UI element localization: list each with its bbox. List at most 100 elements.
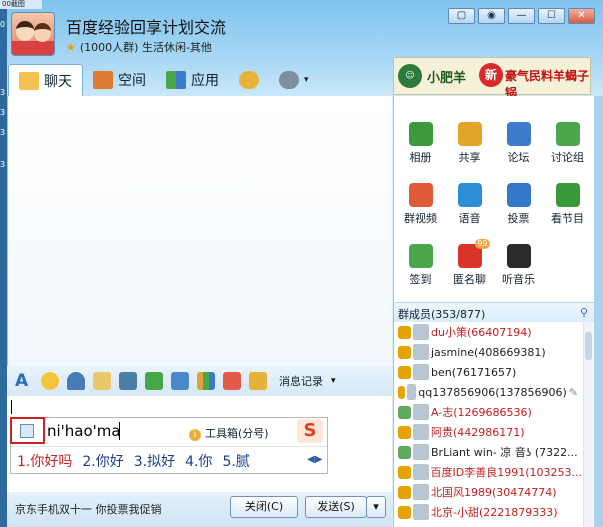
magic-emoji-icon[interactable] <box>67 372 85 390</box>
strip-char: 0 <box>0 20 6 29</box>
member-list[interactable]: du小策(66407194) jasmine(408669381) ben(7617… <box>394 322 582 522</box>
app-discussion[interactable]: 讨论组 <box>543 116 592 171</box>
music-share-icon[interactable] <box>145 372 163 390</box>
app-album[interactable]: 相册 <box>396 116 445 171</box>
app-music[interactable]: 听音乐 <box>494 238 543 293</box>
tab-space[interactable]: 空间 <box>83 64 156 96</box>
group-avatar[interactable] <box>11 12 55 56</box>
member-row[interactable]: 北京-小甜(2221879333) <box>394 502 582 522</box>
discussion-group-icon <box>555 122 580 146</box>
member-name: du小策(66407194) <box>431 326 532 339</box>
shared-folder-icon <box>457 122 482 146</box>
background-window-tab[interactable]: 00截图 <box>0 0 42 9</box>
search-icon[interactable]: ⚲ <box>580 306 588 319</box>
skin-button[interactable]: ◉ <box>478 8 505 24</box>
ime-candidates: 1.你好吗 2.你好 3.拟好 4.你 5.腻 <box>17 451 250 471</box>
note-icon[interactable] <box>93 372 111 390</box>
app-forum[interactable]: 论坛 <box>494 116 543 171</box>
minimize-button[interactable]: — <box>508 8 535 24</box>
badge-99: 99 <box>475 239 490 249</box>
screenshot-icon[interactable] <box>171 372 189 390</box>
group-apps: 相册 共享 论坛 讨论组 群视频 语音 投票 看节目 签到 99 匿名聊 听音乐 <box>396 116 592 293</box>
tab-label: 应用 <box>191 73 219 89</box>
member-row[interactable]: BrLiant win- 凉 音ʖ (7322... <box>394 442 582 462</box>
member-row[interactable]: ben(76171657) <box>394 362 582 382</box>
ime-mode-icon[interactable] <box>20 424 34 438</box>
member-role-icon <box>398 405 411 419</box>
app-label: 投票 <box>507 212 530 225</box>
history-button[interactable]: 消息记录 <box>279 373 323 389</box>
app-voice[interactable]: 语音 <box>445 177 494 232</box>
candidate-1[interactable]: 1.你好吗 <box>17 451 72 471</box>
send-button[interactable]: 发送(S) <box>305 496 367 518</box>
app-share[interactable]: 共享 <box>445 116 494 171</box>
calendar-icon[interactable] <box>223 372 241 390</box>
member-name: BrLiant win- 凉 音ʖ (7322... <box>431 446 578 459</box>
app-anonymous[interactable]: 99 匿名聊 <box>445 238 494 293</box>
main-tabs: 聊天 空间 应用 ▾ <box>8 64 319 96</box>
add-member-tab[interactable] <box>229 64 269 96</box>
ime-toolbox[interactable]: i 工具箱(分号) <box>189 425 269 441</box>
chevron-down-icon: ▾ <box>304 75 309 85</box>
chevron-down-icon[interactable]: ▾ <box>331 376 336 386</box>
close-button[interactable]: 关闭(C) <box>230 496 298 518</box>
highlight-box <box>10 417 45 444</box>
app-group-video[interactable]: 群视频 <box>396 177 445 232</box>
close-window-button[interactable]: ✕ <box>568 8 595 24</box>
member-row[interactable]: 阿贵(442986171) <box>394 422 582 442</box>
candidate-5[interactable]: 5.腻 <box>222 451 249 471</box>
voice-icon <box>457 183 482 207</box>
member-avatar <box>413 344 429 360</box>
emoji-icon[interactable] <box>41 372 59 390</box>
edit-icon[interactable]: ✎ <box>569 386 578 399</box>
promo-link[interactable]: 京东手机双十一 你投票我促销 <box>15 501 162 517</box>
tab-chat[interactable]: 聊天 <box>8 64 83 96</box>
member-row[interactable]: jasmine(408669381) <box>394 342 582 362</box>
member-role-icon <box>398 425 411 439</box>
app-show[interactable]: 看节目 <box>543 177 592 232</box>
scrollbar-thumb[interactable] <box>585 332 592 360</box>
mini-mode-button[interactable]: ▢ <box>448 8 475 24</box>
ad-banner[interactable]: ☺ 小肥羊 新 豪气民料羊蝎子锅 <box>393 57 591 100</box>
member-role-icon <box>398 385 406 399</box>
image-icon[interactable] <box>119 372 137 390</box>
page-arrows[interactable]: ◀▶ <box>307 454 322 465</box>
app-vote[interactable]: 投票 <box>494 177 543 232</box>
info-icon: i <box>189 429 201 441</box>
settings-tab[interactable]: ▾ <box>269 64 319 96</box>
member-row[interactable]: 百度ID李善良1991(103253... <box>394 462 582 482</box>
member-name: jasmine(408669381) <box>431 345 546 359</box>
banner-new-badge: 新 <box>479 63 503 87</box>
chart-icon[interactable] <box>197 372 215 390</box>
member-role-icon <box>398 445 411 459</box>
member-row[interactable]: qq137856906(137856906) ✎ <box>394 382 582 402</box>
candidate-2[interactable]: 2.你好 <box>82 451 123 471</box>
candidate-4[interactable]: 4.你 <box>185 451 212 471</box>
chat-message-area[interactable] <box>7 96 392 366</box>
member-avatar <box>412 464 429 480</box>
window-right-edge <box>594 96 603 527</box>
app-label: 群视频 <box>404 212 437 225</box>
tab-apps[interactable]: 应用 <box>156 64 229 96</box>
app-checkin[interactable]: 签到 <box>396 238 445 293</box>
member-row[interactable]: 北国风1989(30474774) <box>394 482 582 502</box>
app-label: 相册 <box>409 151 432 164</box>
members-header: 群成员(353/877) ⚲ <box>394 302 594 322</box>
member-name: 北国风1989(30474774) <box>431 486 557 499</box>
font-icon[interactable]: A <box>15 372 33 390</box>
member-row[interactable]: du小策(66407194) <box>394 322 582 342</box>
send-options-button[interactable]: ▾ <box>366 496 386 518</box>
ime-candidate-window: ni'hao'ma i 工具箱(分号) S 1.你好吗 2.你好 3.拟好 4.你… <box>10 417 328 474</box>
maximize-button[interactable]: ☐ <box>538 8 565 24</box>
avatar-body <box>12 41 54 55</box>
member-scrollbar[interactable] <box>583 322 593 527</box>
history-icon[interactable] <box>249 372 267 390</box>
sogou-logo[interactable]: S <box>297 419 323 443</box>
left-background-strip: 0 3 3 3 3 <box>0 0 7 527</box>
strip-char: 3 <box>0 160 6 169</box>
app-label: 匿名聊 <box>453 273 486 286</box>
candidate-3[interactable]: 3.拟好 <box>134 451 175 471</box>
group-name[interactable]: 百度经验回享计划交流 <box>66 14 226 38</box>
member-row[interactable]: A-志(1269686536) <box>394 402 582 422</box>
app-label: 讨论组 <box>551 151 584 164</box>
